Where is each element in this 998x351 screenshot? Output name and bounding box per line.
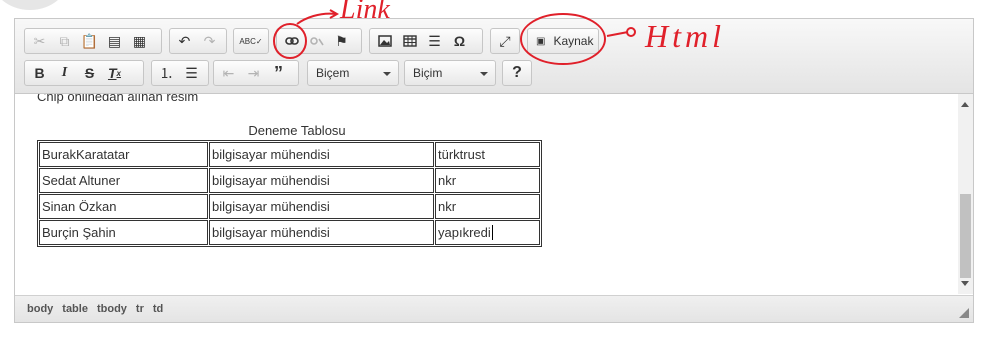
cut-off-text: Chip onlinedan alınan resim [37,94,199,104]
scroll-up-icon[interactable] [961,102,969,107]
insert-group: ☰ Ω [369,28,483,54]
indent-icon[interactable]: ⇥ [241,62,266,84]
table-cell[interactable]: nkr [435,168,540,193]
maximize-group: ⤢ [490,28,520,54]
source-button[interactable]: ▣ Kaynak [530,34,599,48]
indent-group: ⇤ ⇥ ” [213,60,299,86]
cut-icon[interactable]: ✂ [27,30,52,52]
link-icon[interactable] [279,30,304,52]
bulleted-list-icon[interactable]: ☰ [179,62,204,84]
source-group: ▣ Kaynak [527,28,599,54]
table-cell[interactable]: Sedat Altuner [39,168,208,193]
copy-icon[interactable]: ⧉ [52,30,77,52]
outdent-icon[interactable]: ⇤ [216,62,241,84]
table-cell[interactable]: bilgisayar mühendisi [209,194,434,219]
table-cell[interactable]: Sinan Özkan [39,194,208,219]
rich-text-editor: ✂ ⧉ 📋 ▤ ▦ ↶ ↷ ABC✓ ⚑ ☰ Ω ⤢ ▣ Kaynak B I … [14,18,974,323]
link-annotation: Link [340,0,390,25]
table-row: Sinan Özkan bilgisayar mühendisi nkr [39,194,540,219]
paste-icon[interactable]: 📋 [77,30,102,52]
spellcheck-icon[interactable]: ABC✓ [236,30,266,52]
table-caption: Deneme Tablosu [248,123,346,138]
corner-decoration [0,0,70,10]
html-annotation: Html [645,18,725,54]
link-group: ⚑ [276,28,362,54]
editor-content[interactable]: Chip onlinedan alınan resim Deneme Tablo… [15,94,957,294]
table-cell[interactable]: türktrust [435,142,540,167]
path-table[interactable]: table [62,303,88,315]
table-cell[interactable]: BurakKaratatar [39,142,208,167]
basic-style-group: B I S Tx [24,60,144,86]
data-table: BurakKaratatar bilgisayar mühendisi türktr… [37,140,542,247]
italic-icon[interactable]: I [52,62,77,84]
maximize-icon[interactable]: ⤢ [493,30,517,52]
resize-handle[interactable] [959,308,969,318]
table-row: BurakKaratatar bilgisayar mühendisi türktr… [39,142,540,167]
path-td[interactable]: td [153,303,163,315]
editor-toolbar: ✂ ⧉ 📋 ▤ ▦ ↶ ↷ ABC✓ ⚑ ☰ Ω ⤢ ▣ Kaynak B I … [15,19,973,94]
blockquote-icon[interactable]: ” [266,62,291,84]
paste-text-icon[interactable]: ▤ [102,30,127,52]
special-char-icon[interactable]: Ω [447,30,472,52]
paste-word-icon[interactable]: ▦ [127,30,152,52]
horizontal-rule-icon[interactable]: ☰ [422,30,447,52]
path-tbody[interactable]: tbody [97,303,127,315]
scroll-down-icon[interactable] [961,281,969,286]
redo-icon[interactable]: ↷ [197,30,222,52]
strikethrough-icon[interactable]: S [77,62,102,84]
source-doc-icon: ▣ [536,35,546,47]
text-caret [491,225,493,240]
table-icon[interactable] [397,30,422,52]
remove-format-icon[interactable]: Tx [102,62,127,84]
path-tr[interactable]: tr [136,303,144,315]
table-cell[interactable]: bilgisayar mühendisi [209,168,434,193]
source-label: Kaynak [553,34,594,48]
history-group: ↶ ↷ [169,28,227,54]
scroll-thumb[interactable] [960,194,971,278]
clipboard-group: ✂ ⧉ 📋 ▤ ▦ [24,28,162,54]
table-cell[interactable]: Burçin Şahin [39,220,208,245]
table-cell[interactable]: bilgisayar mühendisi [209,142,434,167]
table-cell[interactable]: yapıkredi [435,220,540,245]
chevron-down-icon [480,72,488,76]
unlink-icon[interactable] [304,30,329,52]
element-path-bar: body table tbody tr td [15,295,973,322]
chevron-down-icon [383,72,391,76]
numbered-list-icon[interactable]: ⒈ [154,62,179,84]
bold-icon[interactable]: B [27,62,52,84]
style-select[interactable]: Biçem [307,60,399,86]
table-row: Burçin Şahin bilgisayar mühendisi yapıkred… [39,220,540,245]
vertical-scrollbar[interactable] [958,94,973,294]
list-group: ⒈ ☰ [151,60,209,86]
image-icon[interactable] [372,30,397,52]
help-button[interactable]: ? [505,62,529,84]
table-row: Sedat Altuner bilgisayar mühendisi nkr [39,168,540,193]
table-cell[interactable]: bilgisayar mühendisi [209,220,434,245]
format-select-label: Biçim [413,66,443,80]
help-group: ? [502,60,532,86]
undo-icon[interactable]: ↶ [172,30,197,52]
style-select-label: Biçem [316,66,350,80]
format-select[interactable]: Biçim [404,60,496,86]
path-body[interactable]: body [27,303,53,315]
anchor-flag-icon[interactable]: ⚑ [329,30,354,52]
table-cell[interactable]: nkr [435,194,540,219]
spellcheck-group: ABC✓ [233,28,269,54]
